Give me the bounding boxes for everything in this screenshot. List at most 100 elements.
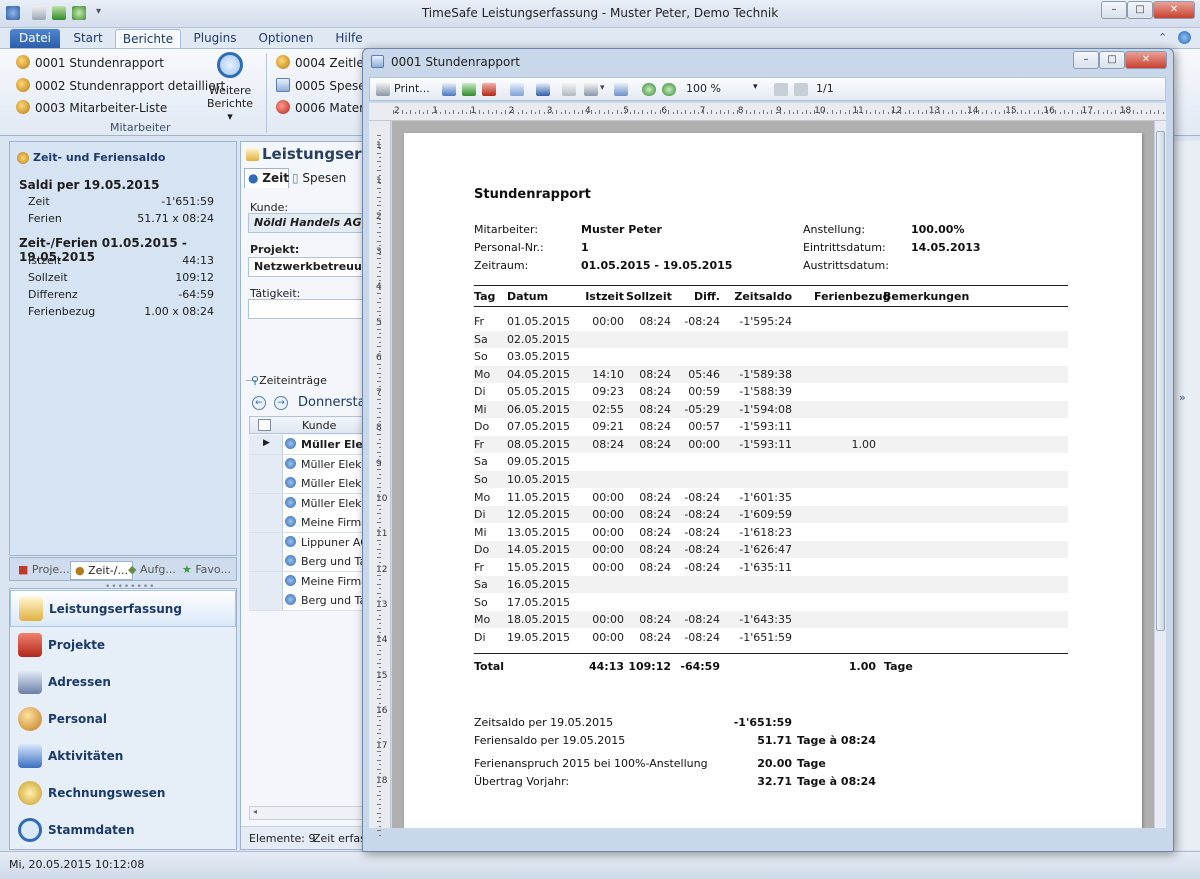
tab-hilfe[interactable]: Hilfe (328, 29, 370, 48)
ruler-tick (379, 685, 381, 686)
nav-leistungserfassung[interactable]: Leistungserfassung (10, 590, 236, 627)
expand-icon[interactable]: » (1179, 391, 1186, 404)
print-button[interactable]: Print... (394, 82, 430, 95)
summary-label: Feriensaldo per 19.05.2015 (474, 734, 626, 747)
nav-adressen[interactable]: Adressen (10, 664, 236, 701)
row-selector[interactable] (249, 591, 283, 610)
taetigkeit-field[interactable] (248, 299, 369, 319)
report-preview[interactable]: Stundenrapport Mitarbeiter: Muster Peter… (392, 121, 1154, 828)
more-reports-button[interactable]: Weitere Berichte ▾ (203, 52, 257, 123)
pdf-export-icon[interactable] (482, 83, 496, 96)
nav-rechnungswesen[interactable]: Rechnungswesen (10, 775, 236, 812)
ruler-tick (646, 112, 648, 114)
ribbon-collapse-icon[interactable]: ⌃ (1158, 31, 1167, 44)
row-selector[interactable] (249, 532, 283, 552)
summary-value: 32.71 (757, 775, 792, 788)
grid-row[interactable]: Berg und Ta (249, 552, 369, 572)
grid-row[interactable]: ▶ Müller Elekt (249, 435, 369, 455)
grid-row[interactable]: Berg und Ta (249, 591, 369, 611)
column-chooser-icon[interactable] (258, 419, 271, 431)
find-icon[interactable] (536, 83, 550, 96)
help-icon[interactable] (1178, 31, 1191, 44)
report-0006-button[interactable]: 0006 Materia (276, 100, 375, 115)
report-0003-button[interactable]: 0003 Mitarbeiter-Liste (16, 100, 167, 115)
page-setup-icon[interactable] (562, 83, 576, 96)
grid-row[interactable]: Müller Elektr (249, 454, 369, 475)
grid-row[interactable]: Müller Elektr (249, 493, 369, 514)
status-datetime: Mi, 20.05.2015 10:12:08 (9, 858, 145, 871)
current-row-indicator-icon: ▶ (263, 438, 270, 448)
ruler-tick (453, 110, 455, 114)
ruler-tick (1025, 112, 1027, 114)
table-cell: -08:24 (684, 490, 720, 504)
close-button[interactable]: ✕ (1153, 1, 1195, 19)
nav-aktivitaeten[interactable]: Aktivitäten (10, 738, 236, 775)
grid-horizontal-scrollbar[interactable]: ◂ (249, 806, 369, 820)
multipage-dropdown-icon[interactable]: ▾ (600, 83, 605, 93)
report-maximize-button[interactable]: □ (1099, 51, 1125, 69)
row-selector[interactable] (249, 552, 283, 571)
grid-row[interactable]: Müller Elektr (249, 474, 369, 494)
tab-start[interactable]: Start (66, 29, 110, 48)
minimize-button[interactable]: – (1101, 1, 1127, 19)
table-row: So 03.05.2015 (474, 348, 1068, 365)
tab-projekte-short[interactable]: ■ Proje... (18, 563, 70, 576)
tab-aufgaben[interactable]: ◆ Aufg... (128, 563, 176, 576)
ruler-tick (379, 289, 381, 290)
projekt-field[interactable]: Netzwerkbetreuung (248, 257, 369, 277)
previous-page-icon[interactable] (794, 83, 808, 96)
excel-export-icon[interactable] (462, 83, 476, 96)
next-day-icon[interactable]: → (274, 396, 288, 410)
multipage-icon[interactable] (584, 83, 598, 96)
ruler-tick (853, 112, 855, 114)
nav-personal[interactable]: Personal (10, 701, 236, 738)
row-selector[interactable] (249, 474, 283, 493)
report-close-button[interactable]: ✕ (1125, 51, 1167, 69)
info-eintritt-value: 14.05.2013 (911, 241, 981, 254)
nav-stammdaten[interactable]: Stammdaten (10, 812, 236, 849)
time-entry-icon (285, 594, 296, 605)
ruler-tick (1098, 110, 1100, 114)
scroll-left-icon[interactable]: ◂ (253, 807, 257, 816)
column-header-7: Ferienbezug (814, 290, 891, 303)
report-0002-button[interactable]: 0002 Stundenrapport detailliert (16, 78, 225, 93)
grid-row[interactable]: Meine Firma (249, 571, 369, 592)
ruler-tick (379, 579, 381, 581)
row-selector[interactable] (249, 513, 283, 532)
tab-datei[interactable]: Datei (10, 29, 60, 48)
grid-row[interactable]: Lippuner AG (249, 532, 369, 553)
ruler-tick (379, 667, 381, 669)
user-icon: ● (75, 564, 89, 577)
fit-page-icon[interactable] (614, 83, 628, 96)
tab-zeit[interactable]: ● Zeit (244, 168, 289, 188)
kunde-field[interactable]: Nöldi Handels AG (248, 213, 369, 233)
zoom-out-icon[interactable] (662, 83, 676, 96)
copy-icon[interactable] (510, 83, 524, 96)
report-vertical-scrollbar[interactable] (1154, 121, 1166, 828)
word-export-icon[interactable] (442, 83, 456, 96)
previous-day-icon[interactable]: ← (252, 396, 266, 410)
scrollbar-thumb[interactable] (1156, 131, 1165, 631)
tab-spesen[interactable]: ▯ Spesen (292, 171, 346, 185)
first-page-icon[interactable] (774, 83, 788, 96)
tab-favoriten[interactable]: ★ Favo... (182, 563, 231, 576)
tab-zeit-ferien[interactable]: ● Zeit-/... (70, 561, 133, 580)
tab-plugins[interactable]: Plugins (186, 29, 244, 48)
row-selector[interactable] (249, 493, 283, 513)
ruler-tick (377, 654, 381, 656)
report-toolbar: Print... ▾ 100 % ▾ 1/1 (369, 77, 1166, 101)
grid-row[interactable]: Meine Firma (249, 513, 369, 533)
row-selector[interactable] (249, 571, 283, 591)
zoom-in-icon[interactable] (642, 83, 656, 96)
zoom-select[interactable]: 100 % ▾ (682, 80, 762, 98)
tab-optionen[interactable]: Optionen (254, 29, 318, 48)
report-0005-button[interactable]: 0005 Spesen (276, 78, 373, 93)
summary-unit: Tage à 08:24 (797, 734, 876, 747)
row-selector[interactable] (249, 454, 283, 474)
tab-berichte[interactable]: Berichte (115, 29, 181, 48)
printer-icon[interactable] (376, 83, 390, 96)
report-minimize-button[interactable]: – (1073, 51, 1099, 69)
report-0001-button[interactable]: 0001 Stundenrapport (16, 55, 164, 70)
maximize-button[interactable]: □ (1127, 1, 1153, 19)
nav-projekte[interactable]: Projekte (10, 627, 236, 664)
